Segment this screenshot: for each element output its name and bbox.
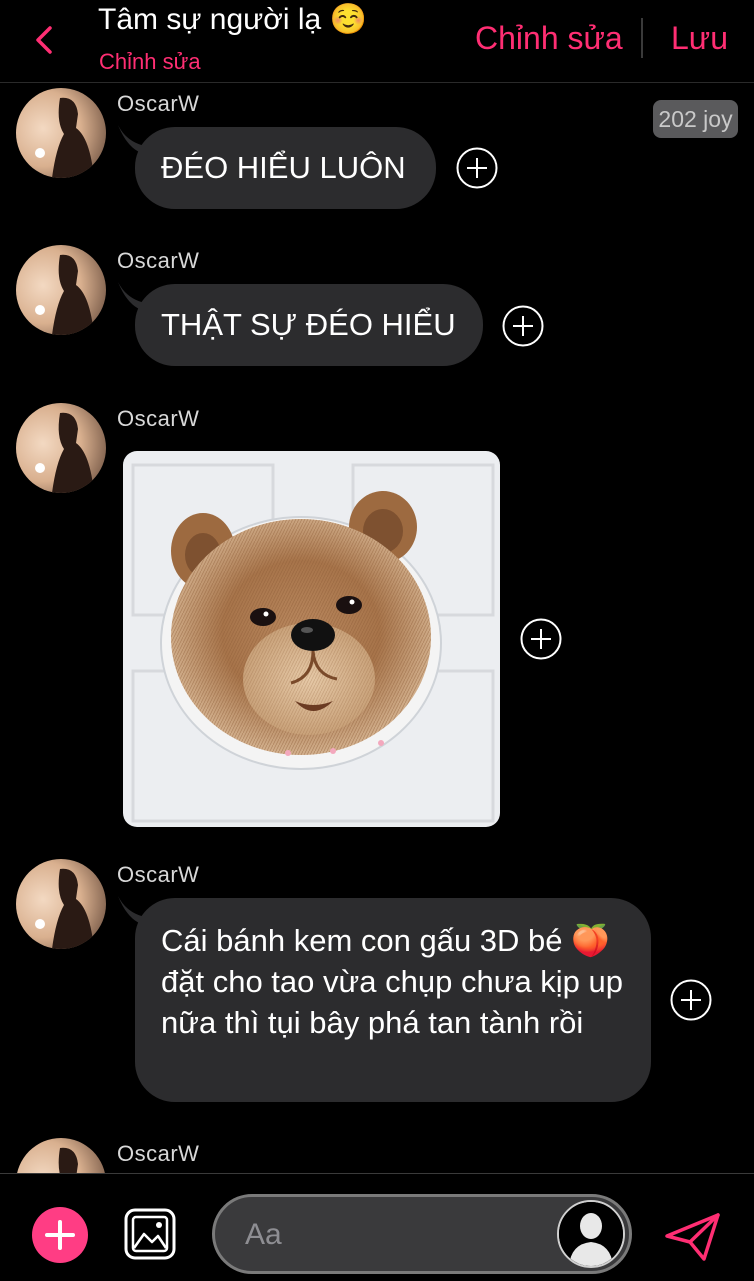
image-button[interactable] bbox=[124, 1208, 176, 1260]
plus-icon bbox=[45, 1220, 75, 1250]
message-bubble[interactable]: Cái bánh kem con gấu 3D bé 🍑 đặt cho tao… bbox=[135, 898, 651, 1102]
avatar[interactable] bbox=[16, 88, 106, 178]
message-input[interactable] bbox=[243, 1197, 547, 1273]
react-button[interactable] bbox=[456, 147, 498, 189]
plus-circle-icon bbox=[502, 305, 544, 347]
message-input-container[interactable] bbox=[212, 1194, 632, 1274]
avatar[interactable] bbox=[16, 1138, 106, 1173]
plus-circle-icon bbox=[670, 979, 712, 1021]
edit-button[interactable]: Chỉnh sửa bbox=[475, 20, 623, 57]
react-button[interactable] bbox=[502, 305, 544, 347]
save-button[interactable]: Lưu bbox=[671, 20, 728, 57]
chat-title: Tâm sự người lạ ☺️ bbox=[98, 3, 367, 36]
message-text: Cái bánh kem con gấu 3D bé 🍑 đặt cho tao… bbox=[161, 923, 624, 1040]
sender-name: OscarW bbox=[117, 91, 200, 116]
avatar[interactable] bbox=[16, 245, 106, 335]
message-feed[interactable]: OscarW ĐÉO HIỂU LUÔN 202 joy OscarW THẬT… bbox=[0, 83, 754, 1173]
sender-name: OscarW bbox=[117, 862, 200, 887]
add-button[interactable] bbox=[32, 1207, 88, 1263]
header-divider bbox=[641, 18, 643, 58]
message-text: ĐÉO HIỂU LUÔN bbox=[161, 150, 406, 185]
avatar[interactable] bbox=[16, 859, 106, 949]
message-bubble[interactable]: THẬT SỰ ĐÉO HIỂU bbox=[135, 284, 483, 366]
plus-circle-icon bbox=[520, 618, 562, 660]
sender-name: OscarW bbox=[117, 1141, 200, 1166]
photo-message[interactable] bbox=[123, 451, 500, 827]
composer-bar bbox=[0, 1173, 754, 1281]
plus-circle-icon bbox=[456, 147, 498, 189]
chat-header: Tâm sự người lạ ☺️ Chỉnh sửa Chỉnh sửa L… bbox=[0, 0, 754, 83]
chat-subtitle[interactable]: Chỉnh sửa bbox=[99, 49, 201, 75]
react-button[interactable] bbox=[520, 618, 562, 660]
react-button[interactable] bbox=[670, 979, 712, 1021]
send-button[interactable] bbox=[664, 1212, 722, 1262]
avatar[interactable] bbox=[16, 403, 106, 493]
identity-button[interactable] bbox=[557, 1200, 625, 1268]
user-silhouette-icon bbox=[559, 1202, 623, 1266]
joy-badge: 202 joy bbox=[653, 100, 738, 138]
back-button[interactable] bbox=[26, 20, 66, 60]
message-text: THẬT SỰ ĐÉO HIỂU bbox=[161, 307, 456, 342]
sender-name: OscarW bbox=[117, 248, 200, 273]
send-icon bbox=[665, 1213, 720, 1261]
chevron-left-icon bbox=[36, 26, 52, 54]
message-bubble[interactable]: ĐÉO HIỂU LUÔN bbox=[135, 127, 436, 209]
sender-name: OscarW bbox=[117, 406, 200, 431]
image-icon bbox=[124, 1208, 176, 1260]
bear-cake-photo bbox=[123, 451, 500, 827]
